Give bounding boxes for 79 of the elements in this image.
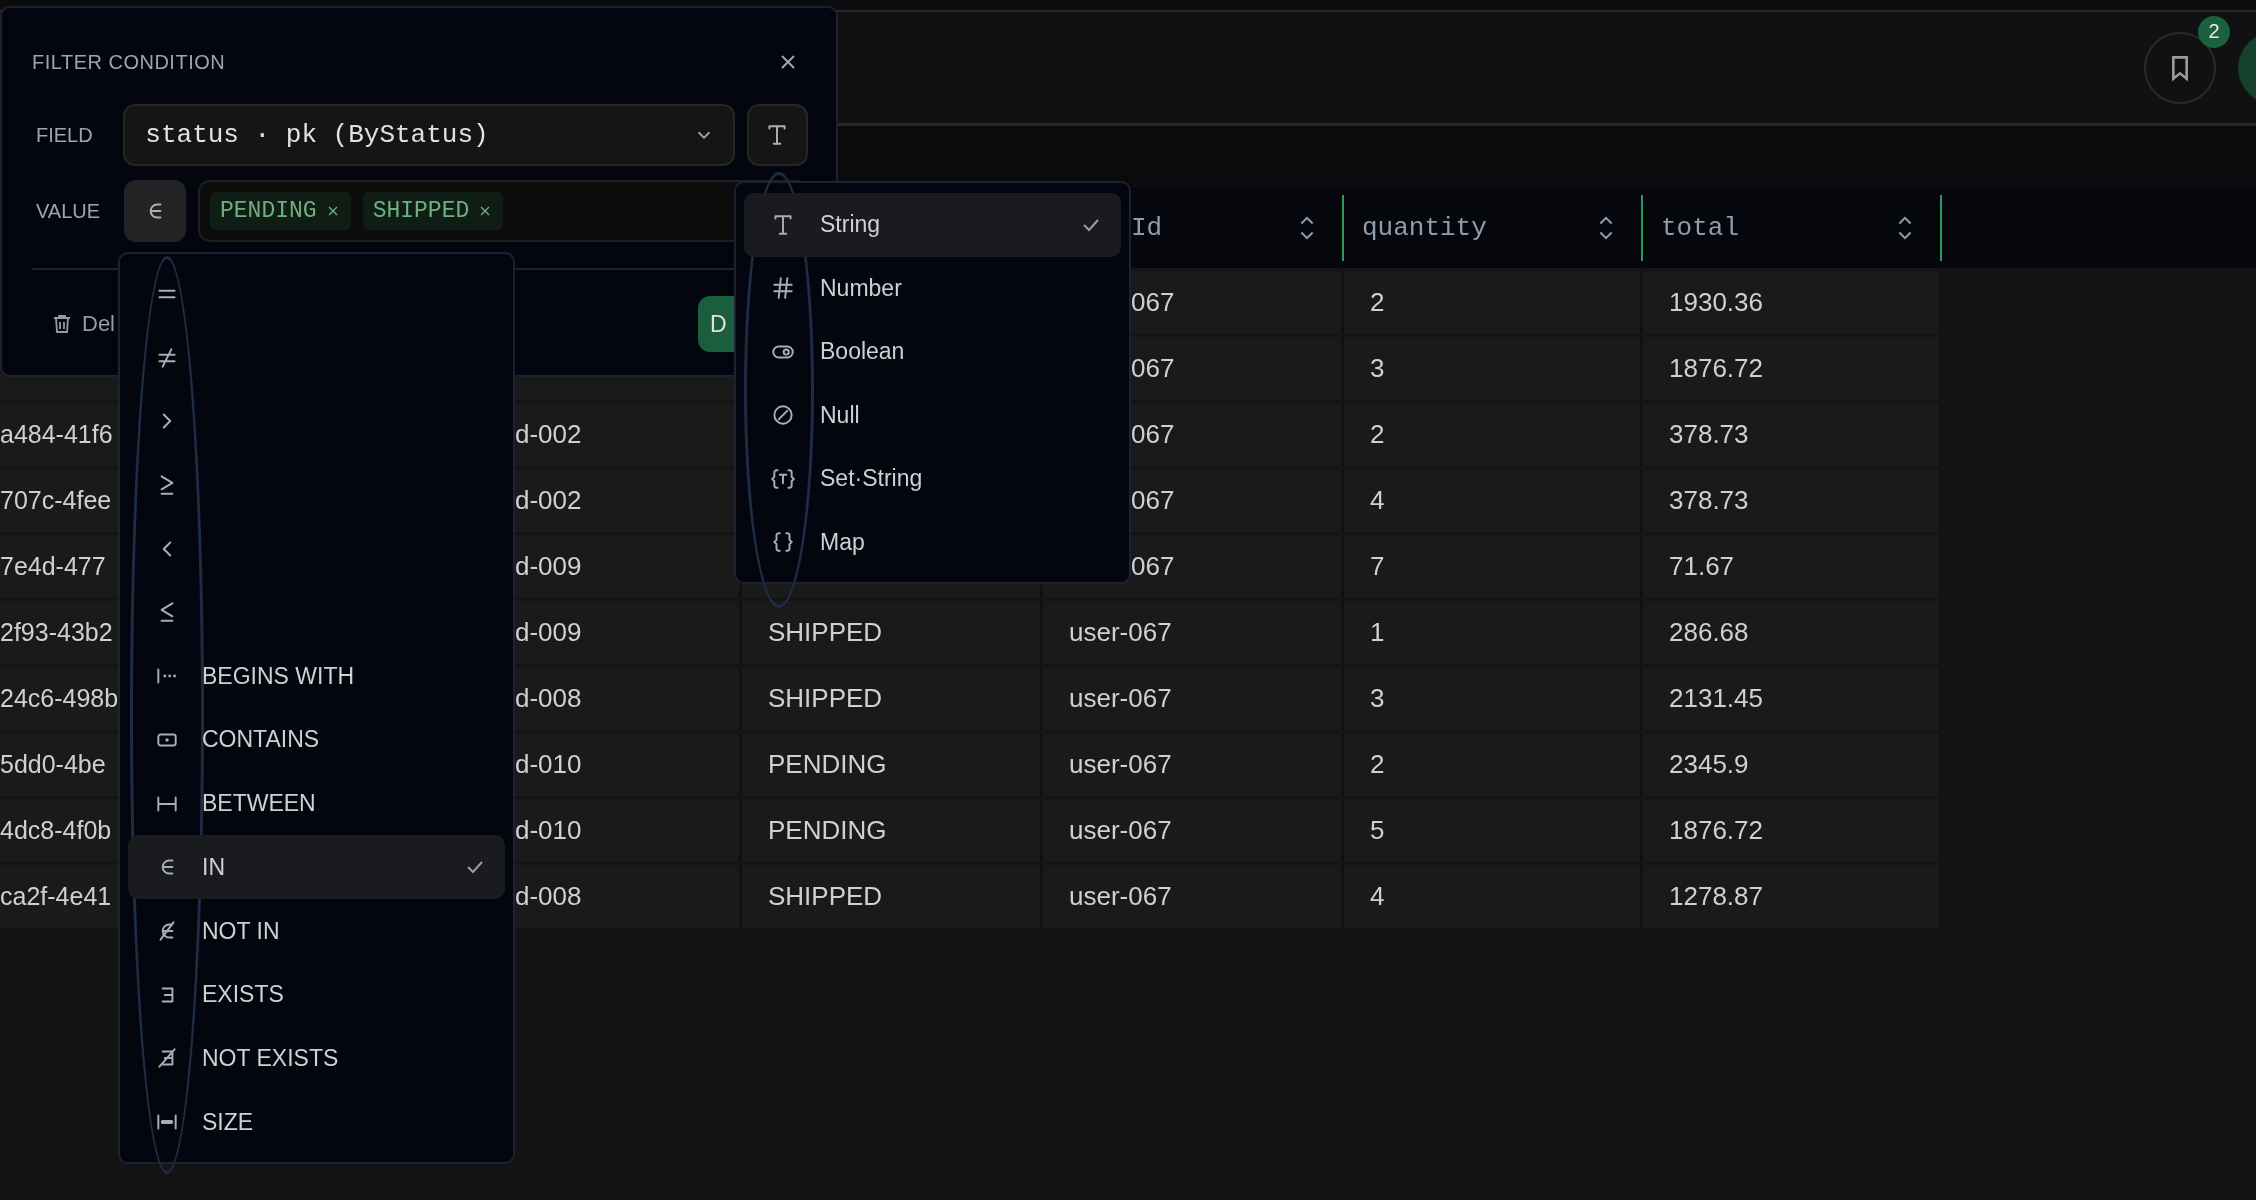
table-cell: user-067 <box>1069 683 1172 714</box>
table-cell: d-009 <box>515 617 582 648</box>
count-badge: 2 <box>2198 15 2230 48</box>
table-cell: 2131.45 <box>1669 683 1763 714</box>
table-cell: SHIPPED <box>768 881 883 912</box>
table-cell: 2 <box>1370 749 1385 780</box>
hash-icon <box>770 275 796 302</box>
table-cell: d-009 <box>515 551 582 582</box>
field-dropdown[interactable]: status · pk (ByStatus) <box>123 104 735 166</box>
menu-item[interactable]: Set·String <box>744 447 1121 511</box>
type-button[interactable] <box>746 104 808 166</box>
menu-item[interactable]: BEGINS WITH <box>128 644 505 709</box>
table-cell: 71.67 <box>1669 551 1735 582</box>
table-cell: 7e4d-477 <box>0 552 106 581</box>
table-cell: 707c-4fee <box>0 486 112 515</box>
table-cell: PENDING <box>768 749 887 780</box>
menu-item[interactable]: NOT EXISTS <box>128 1026 505 1091</box>
menu-item[interactable]: Map <box>744 510 1121 574</box>
menu-item[interactable]: SIZE <box>128 1090 505 1155</box>
column-header: Id <box>1131 213 1163 243</box>
table-cell: 5dd0-4be <box>0 750 106 779</box>
menu-item[interactable]: BETWEEN <box>128 771 505 836</box>
table-cell: 1278.87 <box>1669 881 1763 912</box>
table-cell: 067 <box>1131 419 1175 450</box>
menu-item[interactable]: IN <box>128 835 505 900</box>
table-cell: 067 <box>1131 551 1175 582</box>
table-cell: 1930.36 <box>1669 287 1763 318</box>
menu-item[interactable]: String <box>744 193 1121 257</box>
menu-item[interactable]: Number <box>744 256 1121 320</box>
table-cell: 4dc8-4f0b <box>0 816 112 845</box>
table-cell: d-008 <box>515 683 582 714</box>
menu-item[interactable]: Boolean <box>744 320 1121 384</box>
delete-button[interactable]: Del <box>32 303 115 345</box>
table-cell: SHIPPED <box>768 683 883 714</box>
table-cell: 378.73 <box>1669 419 1749 450</box>
table-cell: PENDING <box>768 815 887 846</box>
column-header: total <box>1661 213 1739 243</box>
table-cell: 286.68 <box>1669 617 1749 648</box>
table-cell: 24c6-498b <box>0 684 119 713</box>
table-cell: d-010 <box>515 749 582 780</box>
menu-item[interactable]: NOT IN <box>128 899 505 963</box>
field-label: FIELD <box>35 123 94 147</box>
table-cell: 1 <box>1370 617 1385 648</box>
table-cell: user-067 <box>1069 617 1172 648</box>
operator-button[interactable] <box>124 180 186 242</box>
table-cell: 2345.9 <box>1669 749 1749 780</box>
table-cell: 2 <box>1370 287 1385 318</box>
table-cell: 2 <box>1370 419 1385 450</box>
table-cell: d-002 <box>515 485 582 516</box>
table-cell: d-002 <box>515 419 582 450</box>
table-cell: SHIPPED <box>768 617 883 648</box>
table-cell: d-010 <box>515 815 582 846</box>
panel-title: FILTER CONDITION <box>32 50 226 74</box>
table-cell: 1876.72 <box>1669 815 1763 846</box>
table-cell: 067 <box>1131 485 1175 516</box>
table-cell: 3 <box>1370 683 1385 714</box>
table-cell: user-067 <box>1069 815 1172 846</box>
table-cell: 5 <box>1370 815 1385 846</box>
table-cell: 7 <box>1370 551 1385 582</box>
column-header: quantity <box>1362 213 1487 243</box>
table-cell: 3 <box>1370 353 1385 384</box>
value-label: VALUE <box>35 199 102 223</box>
table-cell: 378.73 <box>1669 485 1749 516</box>
table-cell: user-067 <box>1069 881 1172 912</box>
table-cell: 4 <box>1370 485 1385 516</box>
table-cell: 4 <box>1370 881 1385 912</box>
value-chip: SHIPPED <box>362 192 504 230</box>
menu-item[interactable]: CONTAINS <box>128 708 505 772</box>
table-cell: user-067 <box>1069 749 1172 780</box>
table-cell: 1876.72 <box>1669 353 1763 384</box>
table-cell: d-008 <box>515 881 582 912</box>
table-cell: ca2f-4e41 <box>0 882 112 911</box>
table-cell: 067 <box>1131 287 1175 318</box>
table-cell: a484-41f6 <box>0 420 113 449</box>
table-cell: 067 <box>1131 353 1175 384</box>
value-chip: PENDING <box>210 192 351 230</box>
menu-item[interactable]: Null <box>744 383 1121 447</box>
menu-item[interactable]: EXISTS <box>128 962 505 1027</box>
table-cell: 2f93-43b2 <box>0 618 113 647</box>
